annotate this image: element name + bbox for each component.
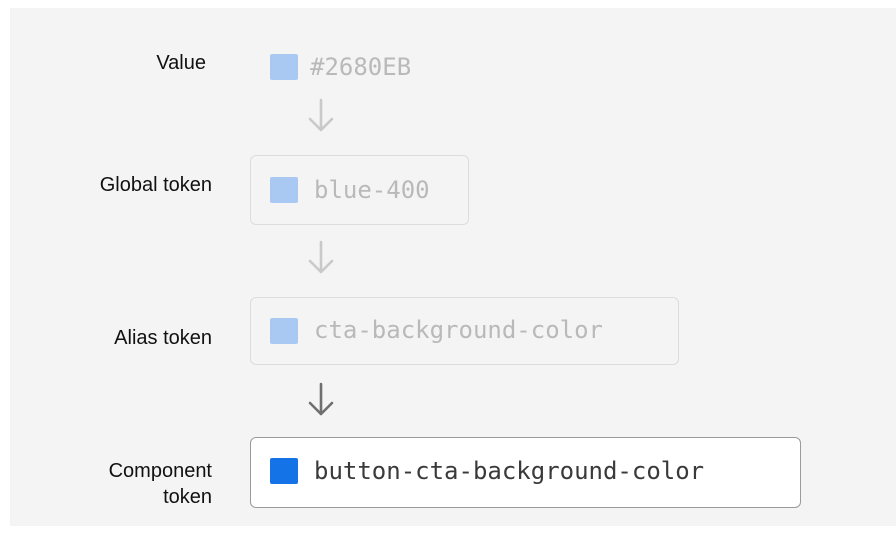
- row-label-component-token: Component token: [12, 458, 212, 510]
- color-swatch-component-token: [270, 458, 298, 484]
- color-swatch-value: [270, 54, 298, 80]
- arrow-down-icon: [308, 382, 334, 416]
- color-swatch-global-token: [270, 177, 298, 203]
- alias-token-name: cta-background-color: [314, 316, 603, 344]
- global-token-name: blue-400: [314, 176, 430, 204]
- arrow-down-icon: [308, 240, 334, 274]
- component-token-name: button-cta-background-color: [314, 457, 705, 485]
- row-label-global-token: Global token: [99, 174, 212, 196]
- row-label-component-line1: Component: [108, 460, 212, 482]
- row-label-alias-token: Alias token: [114, 327, 212, 349]
- arrow-down-icon: [308, 98, 334, 132]
- row-label-value: Value: [156, 52, 206, 74]
- row-label-component-line2: token: [163, 486, 212, 508]
- token-value-text: #2680EB: [310, 53, 412, 81]
- color-swatch-alias-token: [270, 318, 298, 344]
